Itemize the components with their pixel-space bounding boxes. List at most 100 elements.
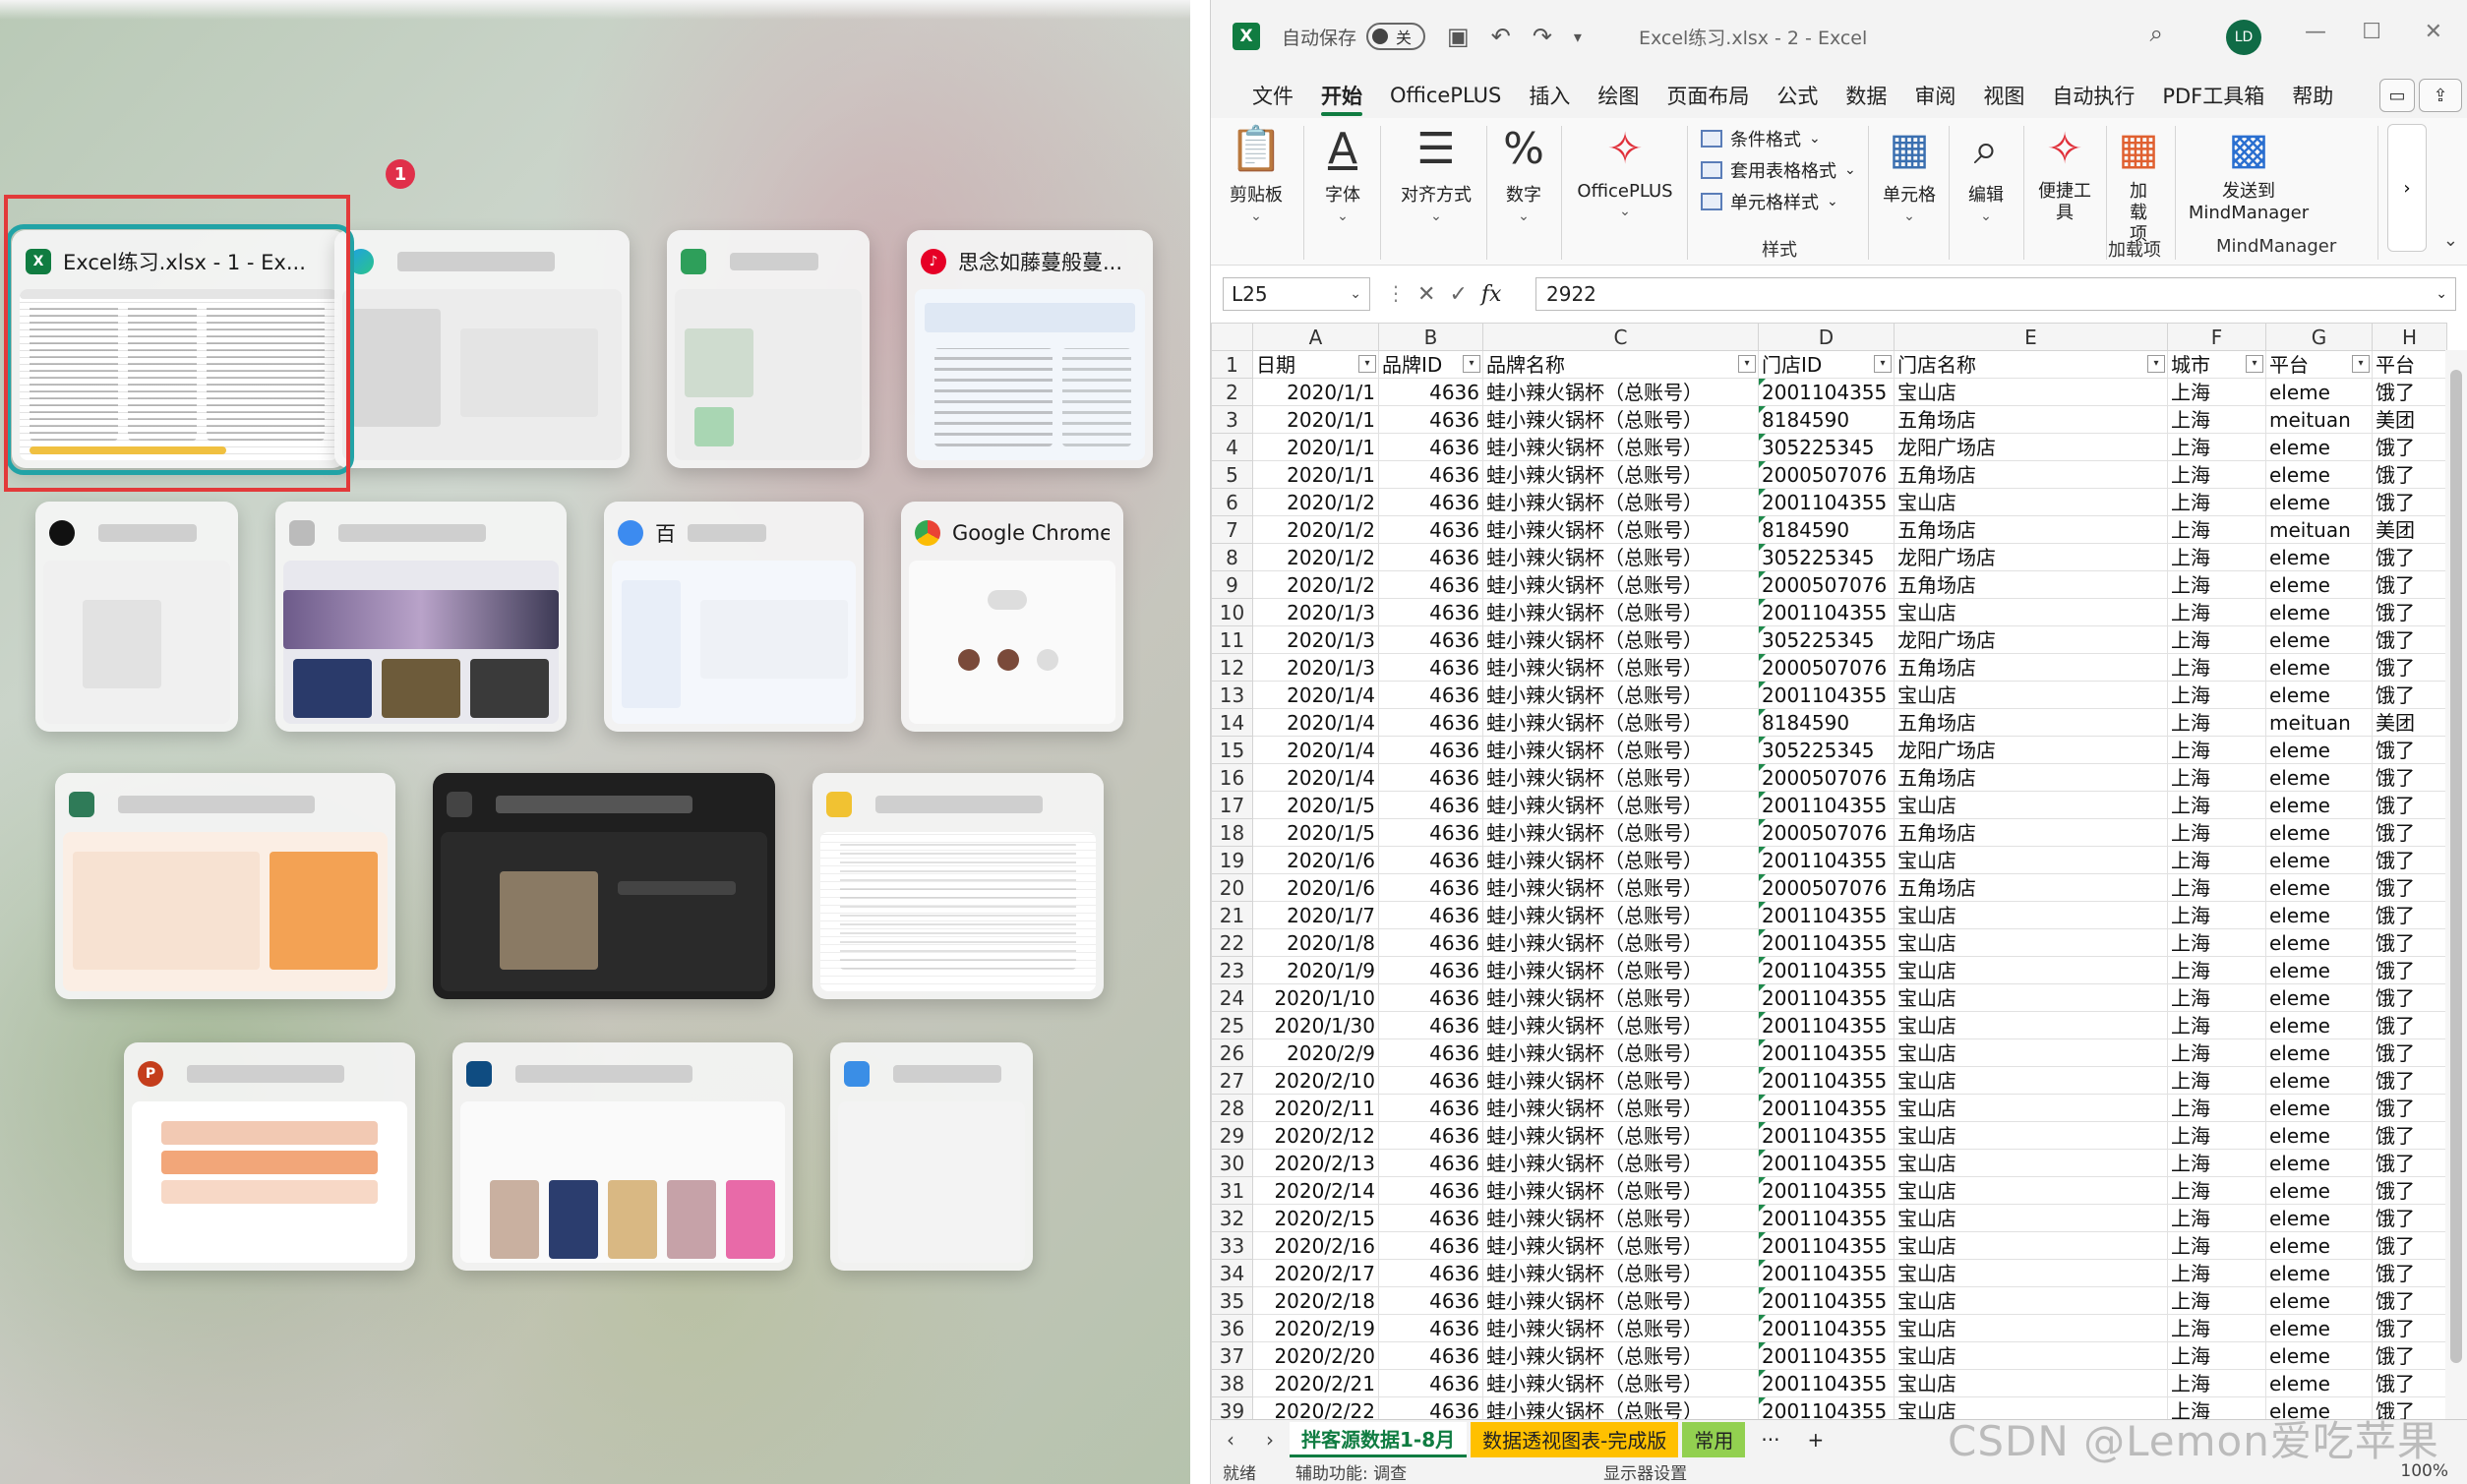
undo-icon[interactable]: ↶ [1491,23,1511,50]
row-number[interactable]: 6 [1211,488,1253,516]
cell[interactable]: 2020/2/10 [1252,1066,1379,1095]
cell[interactable]: eleme [2265,763,2373,792]
cell[interactable]: 2001104355 [1758,488,1895,516]
cell[interactable]: 2001104355 [1758,1094,1895,1122]
cell[interactable]: eleme [2265,846,2373,874]
cell[interactable]: 五角场店 [1894,708,2168,737]
tab-draw[interactable]: 绘图 [1584,73,1653,118]
cell[interactable]: 美团 [2372,708,2447,737]
column-header[interactable]: G [2265,323,2373,351]
cell[interactable]: 4636 [1378,983,1483,1012]
cell[interactable]: meituan [2265,708,2373,737]
window-thumbnail-notepad[interactable] [830,1042,1033,1271]
cell[interactable]: 2020/1/2 [1252,543,1379,571]
row-number[interactable]: 31 [1211,1176,1253,1205]
cell[interactable]: 饿了 [2372,956,2447,984]
row-number[interactable]: 8 [1211,543,1253,571]
cell[interactable]: 饿了 [2372,488,2447,516]
cell[interactable]: 2001104355 [1758,1259,1895,1287]
cell[interactable]: 2020/1/10 [1252,983,1379,1012]
cell[interactable]: 宝山店 [1894,901,2168,929]
header-cell[interactable]: 平台 [2372,350,2447,379]
cell[interactable]: eleme [2265,460,2373,489]
cell[interactable]: 2020/2/18 [1252,1286,1379,1315]
cell[interactable]: 饿了 [2372,433,2447,461]
cell[interactable]: 8184590 [1758,515,1895,544]
officeplus-button[interactable]: ✧ OfficePLUS ⌄ [1571,122,1679,219]
comments-icon[interactable]: ▭ [2379,79,2415,112]
cell[interactable]: 4636 [1378,846,1483,874]
window-thumbnail-chrome[interactable]: Google Chrome [901,502,1123,732]
row-number[interactable]: 27 [1211,1066,1253,1095]
cell[interactable]: 上海 [2167,1094,2266,1122]
cell[interactable]: 饿了 [2372,625,2447,654]
cell[interactable]: 2020/2/12 [1252,1121,1379,1150]
cell[interactable]: 2001104355 [1758,1286,1895,1315]
cell[interactable]: 4636 [1378,1066,1483,1095]
cell[interactable]: 4636 [1378,378,1483,406]
cell[interactable]: 4636 [1378,653,1483,682]
cell[interactable]: eleme [2265,1259,2373,1287]
scrollbar-thumb[interactable] [2450,370,2462,1363]
cell[interactable]: 蛙小辣火锅杯（总账号） [1482,460,1759,489]
row-number[interactable]: 26 [1211,1039,1253,1067]
format-as-table-button[interactable]: 套用表格格式 ⌄ [1701,157,1856,183]
cell[interactable]: 上海 [2167,708,2266,737]
cell[interactable]: 蛙小辣火锅杯（总账号） [1482,1314,1759,1342]
cell[interactable]: 2020/1/4 [1252,736,1379,764]
cell[interactable]: eleme [2265,543,2373,571]
cell[interactable]: 2001104355 [1758,1011,1895,1039]
cell[interactable]: 蛙小辣火锅杯（总账号） [1482,791,1759,819]
display-settings[interactable]: 显示器设置 [1603,1459,1687,1484]
cell[interactable]: 蛙小辣火锅杯（总账号） [1482,928,1759,957]
cell[interactable]: 五角场店 [1894,515,2168,544]
cell[interactable]: 2020/1/30 [1252,1011,1379,1039]
cell[interactable]: eleme [2265,873,2373,902]
cell[interactable]: 4636 [1378,818,1483,847]
cell[interactable]: 上海 [2167,983,2266,1012]
cell[interactable]: 4636 [1378,928,1483,957]
cell[interactable]: 上海 [2167,1204,2266,1232]
cell[interactable]: 4636 [1378,570,1483,599]
row-number[interactable]: 33 [1211,1231,1253,1260]
cell[interactable]: 4636 [1378,515,1483,544]
cell[interactable]: 宝山店 [1894,1286,2168,1315]
cell[interactable]: 蛙小辣火锅杯（总账号） [1482,1039,1759,1067]
cell[interactable]: 宝山店 [1894,1011,2168,1039]
cell[interactable]: 宝山店 [1894,928,2168,957]
cell[interactable]: 4636 [1378,1369,1483,1397]
cell[interactable]: 美团 [2372,405,2447,434]
row-number[interactable]: 21 [1211,901,1253,929]
cell[interactable]: 蛙小辣火锅杯（总账号） [1482,1094,1759,1122]
cell[interactable]: meituan [2265,515,2373,544]
cell[interactable]: 蛙小辣火锅杯（总账号） [1482,983,1759,1012]
cell[interactable]: eleme [2265,983,2373,1012]
cell[interactable]: 宝山店 [1894,1176,2168,1205]
row-number[interactable]: 4 [1211,433,1253,461]
cell[interactable]: 宝山店 [1894,846,2168,874]
cell[interactable]: 饿了 [2372,1011,2447,1039]
cell[interactable]: 饿了 [2372,901,2447,929]
cell[interactable]: 2001104355 [1758,1176,1895,1205]
cell[interactable]: 上海 [2167,681,2266,709]
cell[interactable]: 上海 [2167,956,2266,984]
cell[interactable]: 2020/1/7 [1252,901,1379,929]
cell[interactable]: 2020/2/22 [1252,1396,1379,1419]
cell[interactable]: 上海 [2167,846,2266,874]
tab-help[interactable]: 帮助 [2278,73,2347,118]
cell[interactable]: 宝山店 [1894,598,2168,626]
cell[interactable]: 饿了 [2372,1286,2447,1315]
cell[interactable]: 2001104355 [1758,598,1895,626]
window-thumbnail-app[interactable] [667,230,870,468]
cell[interactable]: 宝山店 [1894,1039,2168,1067]
sheet-tab[interactable]: 数据透视图表-完成版 [1471,1421,1679,1457]
cell[interactable]: eleme [2265,598,2373,626]
cell[interactable]: 蛙小辣火锅杯（总账号） [1482,1121,1759,1150]
cell[interactable]: 蛙小辣火锅杯（总账号） [1482,681,1759,709]
cell[interactable]: 2001104355 [1758,1204,1895,1232]
cell[interactable]: 蛙小辣火锅杯（总账号） [1482,1149,1759,1177]
row-number[interactable]: 19 [1211,846,1253,874]
cell[interactable]: 饿了 [2372,460,2447,489]
cell[interactable]: 2000507076 [1758,653,1895,682]
cell[interactable]: 2020/1/1 [1252,405,1379,434]
